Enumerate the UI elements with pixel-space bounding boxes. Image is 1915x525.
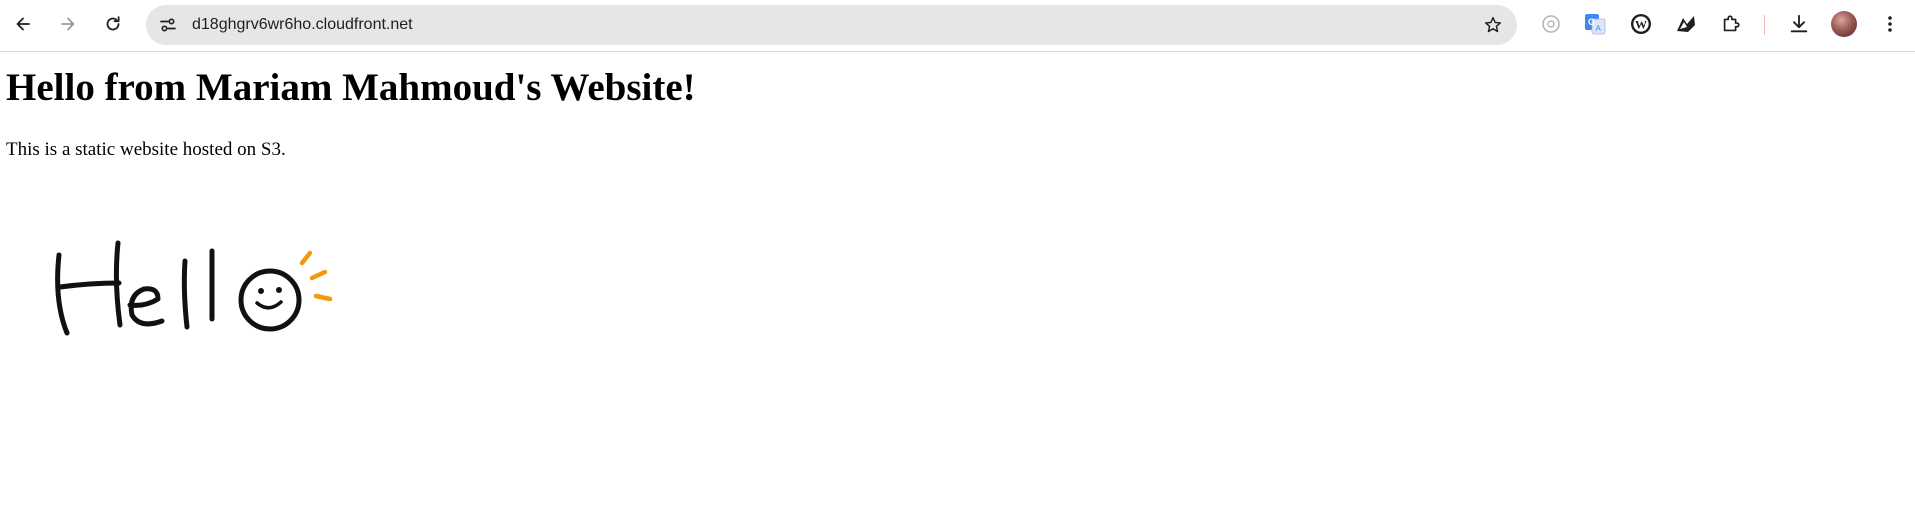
more-menu-button[interactable] bbox=[1876, 10, 1904, 38]
site-info-button[interactable] bbox=[154, 11, 182, 39]
lens-button[interactable] bbox=[1537, 10, 1565, 38]
forward-arrow-icon bbox=[61, 17, 75, 31]
google-translate-icon: G A bbox=[1585, 14, 1606, 35]
forward-button[interactable] bbox=[52, 8, 84, 40]
wordpress-icon: W bbox=[1631, 14, 1651, 34]
extensions-menu-button[interactable] bbox=[1717, 10, 1745, 38]
more-menu-icon bbox=[1888, 16, 1892, 32]
address-bar[interactable]: d18ghgrv6wr6ho.cloudfront.net bbox=[146, 5, 1517, 45]
site-info-icon bbox=[160, 18, 176, 32]
extension-icon bbox=[1677, 16, 1695, 32]
page-heading: Hello from Mariam Mahmoud's Website! bbox=[6, 66, 696, 109]
reload-icon bbox=[106, 16, 120, 31]
google-translate-extension[interactable]: G A bbox=[1581, 10, 1609, 38]
bookmark-star-icon bbox=[1484, 16, 1502, 33]
bookmark-button[interactable] bbox=[1481, 13, 1505, 37]
svg-text:G: G bbox=[1588, 17, 1595, 27]
lens-icon bbox=[1542, 15, 1560, 33]
download-icon bbox=[1790, 14, 1808, 33]
toolbar-divider bbox=[1764, 15, 1765, 35]
extension-button[interactable] bbox=[1672, 10, 1700, 38]
svg-text:W: W bbox=[1635, 18, 1647, 32]
wordpress-extension[interactable]: W bbox=[1627, 10, 1655, 38]
browser-toolbar: d18ghgrv6wr6ho.cloudfront.net G A W bbox=[0, 0, 1915, 52]
back-arrow-icon bbox=[16, 17, 30, 31]
profile-avatar[interactable] bbox=[1831, 11, 1857, 37]
reload-button[interactable] bbox=[97, 8, 129, 40]
downloads-button[interactable] bbox=[1785, 10, 1813, 38]
svg-text:A: A bbox=[1596, 24, 1602, 33]
back-button[interactable] bbox=[7, 8, 39, 40]
url-text[interactable]: d18ghgrv6wr6ho.cloudfront.net bbox=[192, 5, 413, 45]
hello-image bbox=[55, 240, 333, 336]
puzzle-extensions-icon bbox=[1723, 15, 1740, 32]
page-paragraph: This is a static website hosted on S3. bbox=[6, 139, 286, 160]
